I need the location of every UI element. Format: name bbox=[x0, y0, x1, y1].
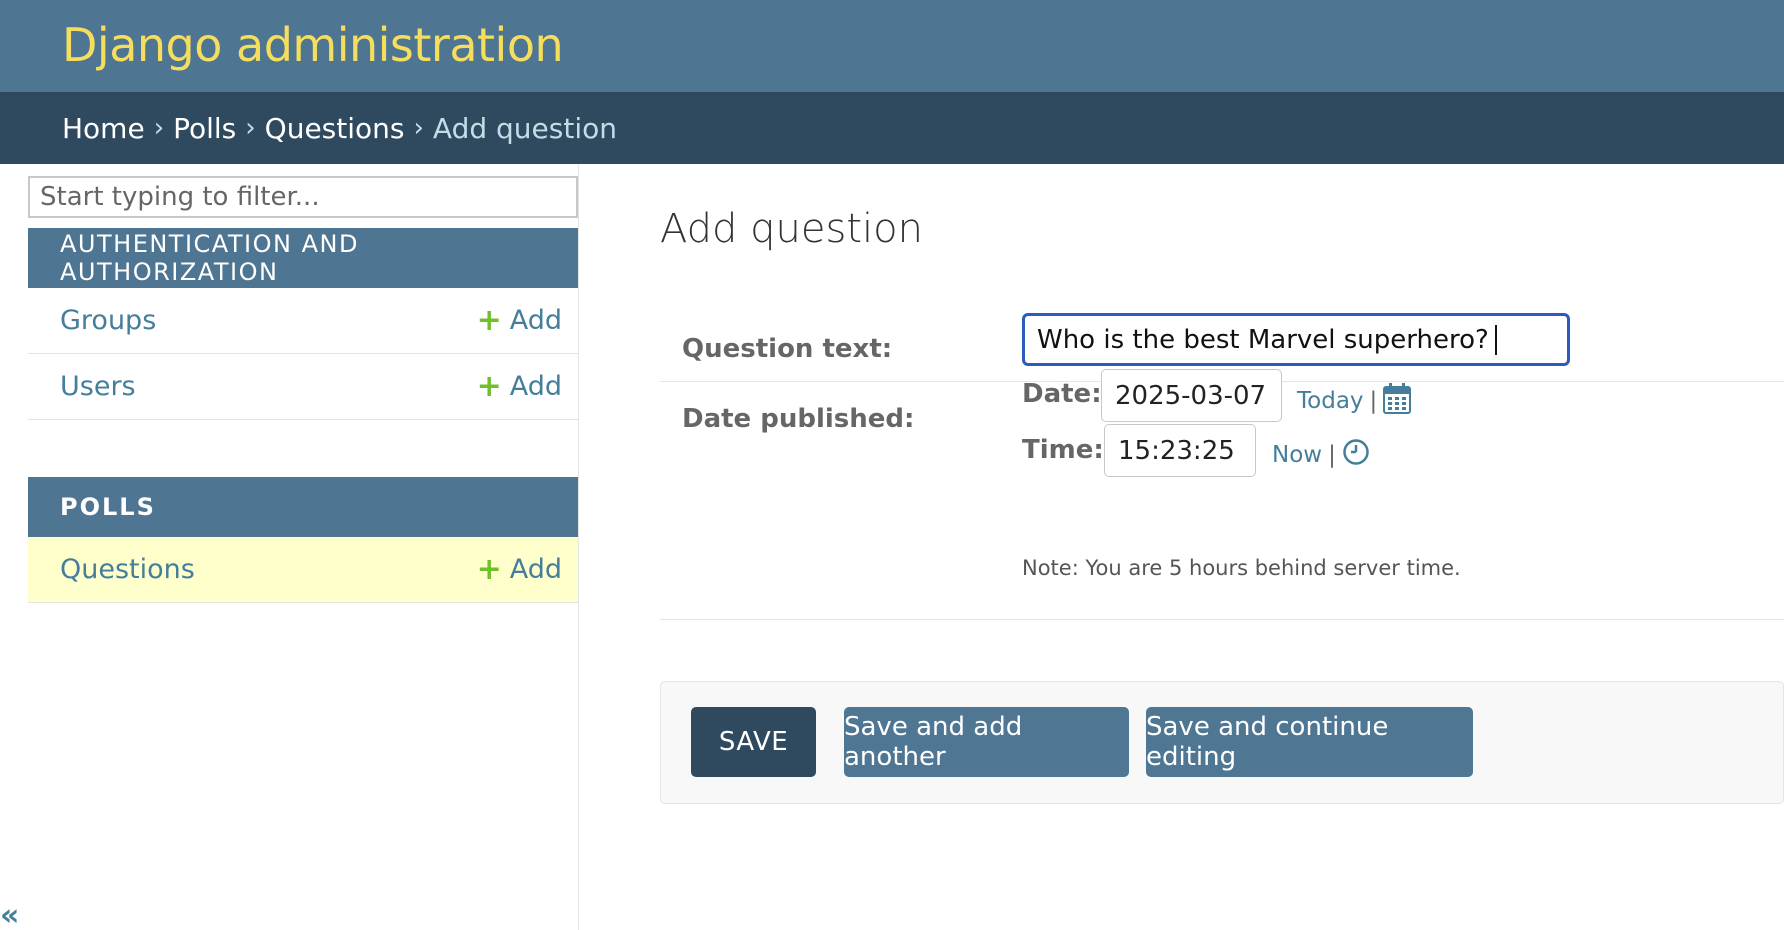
now-link[interactable]: Now bbox=[1272, 442, 1322, 468]
shortcut-separator: | bbox=[1328, 442, 1336, 468]
clock-icon[interactable] bbox=[1342, 438, 1370, 472]
plus-icon: + bbox=[476, 551, 502, 587]
breadcrumb-current: Add question bbox=[432, 111, 617, 145]
page-title: Add question bbox=[660, 206, 923, 252]
nav-sidebar: AUTHENTICATION AND AUTHORIZATION Groups … bbox=[0, 164, 579, 930]
breadcrumb-separator: › bbox=[153, 113, 165, 143]
nav-filter-input[interactable] bbox=[28, 176, 578, 218]
model-link-questions[interactable]: Questions bbox=[60, 554, 195, 585]
timezone-note: Note: You are 5 hours behind server time… bbox=[1022, 556, 1461, 580]
today-link[interactable]: Today bbox=[1297, 388, 1364, 414]
add-label: Add bbox=[509, 305, 562, 336]
sidebar-item-questions: Questions + Add bbox=[28, 537, 578, 603]
site-header: Django administration bbox=[0, 0, 1784, 92]
question-text-label: Question text: bbox=[682, 334, 893, 364]
time-input[interactable]: 15:23:25 bbox=[1104, 424, 1256, 477]
question-text-value: Who is the best Marvel superhero? bbox=[1037, 324, 1489, 355]
add-label: Add bbox=[509, 554, 562, 585]
save-and-continue-button[interactable]: Save and continue editing bbox=[1146, 707, 1473, 777]
plus-icon: + bbox=[476, 302, 502, 338]
time-shortcuts: Now | bbox=[1272, 438, 1370, 472]
shortcut-separator: | bbox=[1369, 388, 1378, 414]
question-text-input[interactable]: Who is the best Marvel superhero? bbox=[1022, 313, 1570, 366]
main-content: Add question Question text: Who is the b… bbox=[580, 164, 1784, 930]
submit-row: SAVE Save and add another Save and conti… bbox=[660, 681, 1784, 804]
time-label: Time: bbox=[1022, 435, 1104, 465]
date-published-label: Date published: bbox=[682, 404, 915, 434]
breadcrumb-polls[interactable]: Polls bbox=[173, 112, 236, 145]
add-users-link[interactable]: + Add bbox=[477, 371, 562, 402]
save-button[interactable]: SAVE bbox=[691, 707, 816, 777]
date-label: Date: bbox=[1022, 379, 1102, 409]
breadcrumb-home[interactable]: Home bbox=[62, 112, 145, 145]
model-link-users[interactable]: Users bbox=[60, 371, 136, 402]
date-input[interactable]: 2025-03-07 bbox=[1101, 369, 1282, 422]
form-divider bbox=[660, 619, 1784, 620]
add-groups-link[interactable]: + Add bbox=[477, 305, 562, 336]
breadcrumb: Home › Polls › Questions › Add question bbox=[0, 92, 1784, 164]
model-link-groups[interactable]: Groups bbox=[60, 305, 156, 336]
save-and-add-another-button[interactable]: Save and add another bbox=[844, 707, 1129, 777]
calendar-icon[interactable] bbox=[1383, 382, 1412, 420]
module-caption-auth[interactable]: AUTHENTICATION AND AUTHORIZATION bbox=[28, 228, 578, 288]
breadcrumb-separator: › bbox=[413, 113, 424, 143]
add-questions-link[interactable]: + Add bbox=[477, 554, 562, 585]
plus-icon: + bbox=[476, 368, 502, 404]
add-label: Add bbox=[509, 371, 562, 402]
text-cursor bbox=[1494, 324, 1497, 355]
site-name[interactable]: Django administration bbox=[62, 18, 564, 72]
breadcrumb-questions[interactable]: Questions bbox=[265, 112, 405, 145]
sidebar-item-groups: Groups + Add bbox=[28, 288, 578, 354]
module-caption-polls[interactable]: POLLS bbox=[28, 477, 578, 537]
sidebar-item-users: Users + Add bbox=[28, 354, 578, 420]
sidebar-collapse-icon[interactable]: « bbox=[0, 898, 19, 930]
breadcrumb-separator: › bbox=[245, 113, 256, 143]
date-shortcuts: Today | bbox=[1297, 382, 1412, 420]
